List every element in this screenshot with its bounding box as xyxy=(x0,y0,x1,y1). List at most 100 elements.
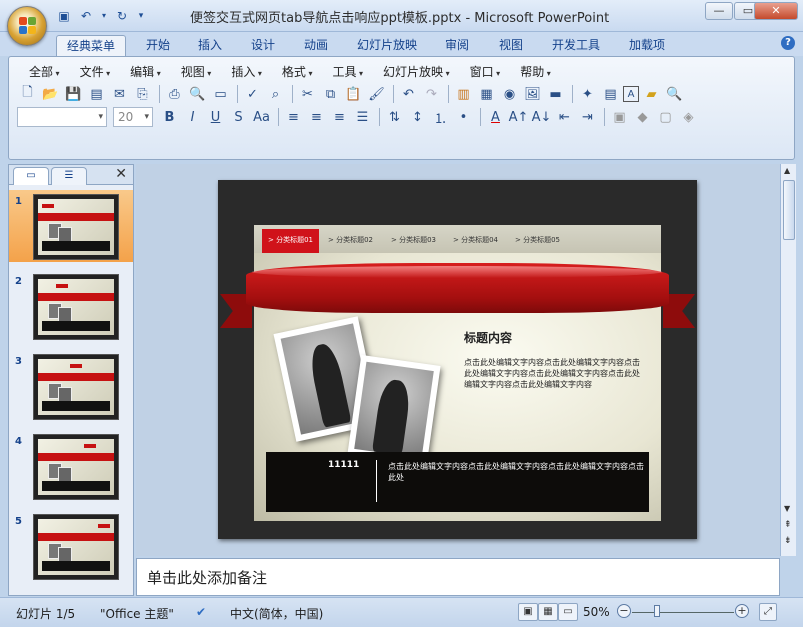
menu-help[interactable]: 帮助 xyxy=(510,63,561,80)
italic-icon[interactable]: I xyxy=(182,107,203,127)
layout-icon[interactable]: ▤ xyxy=(600,84,621,104)
slide[interactable]: > 分类标题01 > 分类标题02 > 分类标题03 > 分类标题04 > 分类… xyxy=(218,180,697,539)
scroll-up-icon[interactable]: ▲ xyxy=(784,166,790,175)
close-button[interactable]: ✕ xyxy=(754,2,798,20)
line-spacing-icon[interactable]: ↕ xyxy=(407,107,428,127)
open-icon[interactable]: 📂 xyxy=(40,84,61,104)
zoom-level[interactable]: 50% xyxy=(583,605,610,619)
cut-icon[interactable]: ✂ xyxy=(297,84,318,104)
align-center-icon[interactable]: ≡ xyxy=(306,107,327,127)
save-icon[interactable]: 💾 xyxy=(63,84,84,104)
save-icon[interactable]: ▣ xyxy=(56,8,72,24)
permission-icon[interactable]: ▤ xyxy=(86,84,107,104)
font-color-icon[interactable]: A xyxy=(485,107,506,127)
text-box-icon[interactable]: A xyxy=(623,86,639,102)
research-icon[interactable]: ⌕ xyxy=(265,84,286,104)
slide-show-view-icon[interactable]: ▭ xyxy=(558,603,578,621)
menu-slide-show[interactable]: 幻灯片放映 xyxy=(373,63,460,80)
shape-style-icon[interactable]: ▢ xyxy=(655,107,676,127)
theme-name[interactable]: "Office 主题" xyxy=(100,605,174,622)
format-painter-icon[interactable]: 🖌 xyxy=(366,84,387,104)
spelling-icon[interactable]: ✓ xyxy=(242,84,263,104)
color-grayscale-icon[interactable]: ▬ xyxy=(545,84,566,104)
tab-insert[interactable]: 插入 xyxy=(190,35,230,56)
slide-sorter-icon[interactable]: ▦ xyxy=(538,603,558,621)
increase-indent-icon[interactable]: ⇥ xyxy=(577,107,598,127)
undo-dropdown-icon[interactable]: ▾ xyxy=(100,8,108,24)
tab-classic-menu[interactable]: 经典菜单 xyxy=(56,35,126,56)
zoom-out-icon[interactable]: − xyxy=(617,604,631,618)
scroll-thumb[interactable] xyxy=(783,180,795,240)
customize-qat-icon[interactable]: ▾ xyxy=(136,8,146,24)
shrink-font-icon[interactable]: A↓ xyxy=(531,107,552,127)
text-direction-icon[interactable]: ⇅ xyxy=(384,107,405,127)
redo-icon[interactable]: ↷ xyxy=(421,84,442,104)
align-left-icon[interactable]: ≡ xyxy=(283,107,304,127)
undo-icon[interactable]: ↶ xyxy=(78,8,94,24)
new-icon[interactable]: 🗋 xyxy=(17,84,38,104)
office-button[interactable] xyxy=(7,6,47,46)
tab-review[interactable]: 审阅 xyxy=(437,35,477,56)
slide-thumbnail[interactable]: 5 xyxy=(9,510,133,582)
spell-check-icon[interactable]: ✔ xyxy=(196,605,206,619)
outline-tab[interactable]: ☰ xyxy=(51,167,87,185)
copy-icon[interactable]: ⧉ xyxy=(320,84,341,104)
zoom-in-icon[interactable]: + xyxy=(735,604,749,618)
email-icon[interactable]: ✉ xyxy=(109,84,130,104)
slide-tab-5[interactable]: > 分类标题05 xyxy=(515,229,560,253)
underline-icon[interactable]: U xyxy=(205,107,226,127)
tab-view[interactable]: 视图 xyxy=(491,35,531,56)
slide-tab-1[interactable]: > 分类标题01 xyxy=(262,229,319,253)
zoom-slider-thumb[interactable] xyxy=(654,605,660,617)
zoom-icon[interactable]: 🔍 xyxy=(664,84,685,104)
tab-add-ins[interactable]: 加载项 xyxy=(621,35,673,56)
new-slide-icon[interactable]: ✦ xyxy=(577,84,598,104)
normal-view-icon[interactable]: ▣ xyxy=(518,603,538,621)
open-folder-icon[interactable]: ▰ xyxy=(641,84,662,104)
tab-developer[interactable]: 开发工具 xyxy=(544,35,608,56)
slide-thumbnail[interactable]: 4 xyxy=(9,430,133,502)
font-name-combo[interactable] xyxy=(17,107,107,127)
shapes-icon[interactable]: ◆ xyxy=(632,107,653,127)
bold-icon[interactable]: B xyxy=(159,107,180,127)
align-right-icon[interactable]: ≡ xyxy=(329,107,350,127)
slide-thumbnail[interactable]: 2 xyxy=(9,270,133,342)
menu-insert[interactable]: 插入 xyxy=(221,63,272,80)
insert-picture-icon[interactable]: 🖼 xyxy=(522,84,543,104)
redo-icon[interactable]: ↻ xyxy=(114,8,130,24)
slide-tab-3[interactable]: > 分类标题03 xyxy=(391,229,436,253)
tab-slide-show[interactable]: 幻灯片放映 xyxy=(348,35,426,56)
fit-to-window-icon[interactable]: ⤢ xyxy=(759,603,777,621)
menu-view[interactable]: 视图 xyxy=(171,63,222,80)
insert-chart-icon[interactable]: ▥ xyxy=(453,84,474,104)
undo-icon[interactable]: ↶ xyxy=(398,84,419,104)
zoom-slider[interactable] xyxy=(632,612,734,613)
menu-file[interactable]: 文件 xyxy=(70,63,121,80)
decrease-indent-icon[interactable]: ⇤ xyxy=(554,107,575,127)
change-case-icon[interactable]: Aa xyxy=(251,107,272,127)
notes-pane[interactable]: 单击此处添加备注 xyxy=(136,558,780,596)
next-slide-icon[interactable]: ⇟ xyxy=(784,536,792,546)
language[interactable]: 中文(简体，中国) xyxy=(230,605,323,622)
page-setup-icon[interactable]: ▭ xyxy=(210,84,231,104)
font-size-combo[interactable]: 20 xyxy=(113,107,153,127)
scroll-down-icon[interactable]: ▼ xyxy=(784,504,790,513)
tab-animations[interactable]: 动画 xyxy=(296,35,336,56)
previous-slide-icon[interactable]: ⇞ xyxy=(784,520,792,530)
paste-icon[interactable]: 📋 xyxy=(343,84,364,104)
clipart-icon[interactable]: ◉ xyxy=(499,84,520,104)
tab-home[interactable]: 开始 xyxy=(136,35,180,56)
slide-tab-4[interactable]: > 分类标题04 xyxy=(453,229,498,253)
publish-icon[interactable]: ⎘ xyxy=(132,84,153,104)
menu-window[interactable]: 窗口 xyxy=(460,63,511,80)
insert-table-icon[interactable]: ▦ xyxy=(476,84,497,104)
print-icon[interactable]: ⎙ xyxy=(164,84,185,104)
arrange-icon[interactable]: ▣ xyxy=(609,107,630,127)
menu-format[interactable]: 格式 xyxy=(272,63,323,80)
grow-font-icon[interactable]: A↑ xyxy=(508,107,529,127)
print-preview-icon[interactable]: 🔍 xyxy=(187,84,208,104)
menu-all[interactable]: 全部 xyxy=(19,63,70,80)
close-panel-icon[interactable]: ✕ xyxy=(115,166,127,182)
slide-tab-2[interactable]: > 分类标题02 xyxy=(328,229,373,253)
bullets-icon[interactable]: • xyxy=(453,107,474,127)
